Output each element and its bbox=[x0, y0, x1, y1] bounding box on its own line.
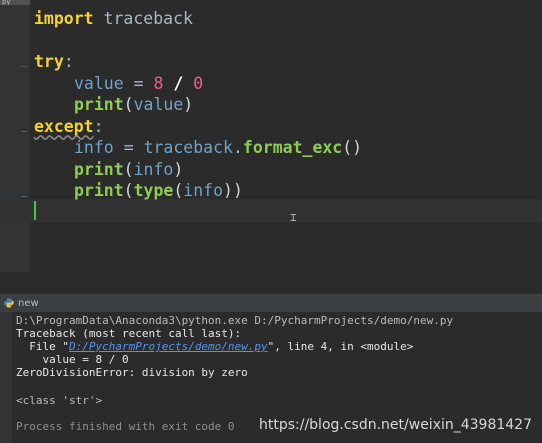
text-caret bbox=[34, 201, 36, 220]
method-format-exc: format_exc bbox=[242, 138, 343, 157]
var-value: value bbox=[74, 73, 124, 93]
builtin-type: type bbox=[133, 181, 174, 200]
fold-marker[interactable] bbox=[21, 66, 27, 67]
code-area[interactable]: import traceback try: value = 8 / 0 prin… bbox=[34, 8, 542, 202]
console-traceback-header: Traceback (most recent call last): bbox=[16, 327, 242, 340]
python-file-icon bbox=[4, 298, 14, 308]
number-0: 0 bbox=[193, 73, 204, 93]
fold-marker[interactable] bbox=[21, 131, 27, 132]
empty-parens: () bbox=[342, 138, 363, 157]
var-info: info bbox=[183, 181, 224, 200]
module-name: traceback bbox=[103, 9, 193, 28]
code-line-import: import traceback bbox=[34, 8, 542, 30]
code-line-assign-value: value = 8 / 0 bbox=[34, 73, 542, 95]
code-line-except: except: bbox=[34, 116, 542, 138]
module-ref: traceback bbox=[143, 138, 233, 157]
assign-op: = bbox=[123, 138, 134, 157]
paren-close: ) bbox=[183, 95, 194, 114]
code-editor[interactable]: py import traceback try: value = 8 / 0 p… bbox=[0, 0, 542, 272]
paren-close: ) bbox=[173, 159, 184, 179]
var-value: value bbox=[133, 95, 184, 114]
code-line-print-type: print(type(info)) bbox=[34, 180, 542, 202]
run-tab-new[interactable]: new bbox=[0, 294, 49, 312]
code-line-print-value: print(value) bbox=[34, 94, 542, 116]
code-line-try: try: bbox=[34, 51, 542, 73]
file-tab-stub[interactable]: py bbox=[0, 0, 30, 5]
console-traceback-code-line: value = 8 / 0 bbox=[16, 353, 129, 366]
paren-open: ( bbox=[123, 95, 134, 114]
console-command-line: D:\ProgramData\Anaconda3\python.exe D:/P… bbox=[16, 314, 454, 327]
assign-op: = bbox=[133, 73, 144, 93]
current-line-highlight bbox=[0, 199, 542, 222]
editor-gutter: py bbox=[0, 0, 30, 272]
console-file-prefix: File " bbox=[16, 340, 69, 353]
var-info: info bbox=[133, 159, 174, 179]
dot: . bbox=[232, 138, 243, 157]
watermark: https://blog.csdn.net/weixin_43981427 bbox=[258, 417, 532, 433]
console-gutter bbox=[0, 312, 12, 443]
ibeam-cursor-icon: ⌶ bbox=[290, 211, 297, 224]
run-tab-label: new bbox=[18, 297, 39, 309]
colon: : bbox=[63, 52, 74, 71]
colon: : bbox=[93, 116, 104, 136]
code-line-assign-info: info = traceback.format_exc() bbox=[34, 137, 542, 159]
paren-close: ) bbox=[223, 181, 233, 200]
run-tool-window-header: new bbox=[0, 294, 542, 312]
paren-close: ) bbox=[232, 181, 243, 200]
keyword-try: try bbox=[34, 52, 64, 71]
paren-open: ( bbox=[123, 181, 134, 200]
fold-marker[interactable] bbox=[21, 196, 27, 197]
builtin-print: print bbox=[74, 95, 124, 114]
keyword-except[interactable]: except bbox=[34, 117, 94, 136]
paren-open: ( bbox=[173, 181, 184, 200]
builtin-print: print bbox=[74, 159, 124, 179]
number-8: 8 bbox=[153, 73, 164, 93]
console-output-line: <class 'str'> bbox=[16, 394, 103, 407]
divide-op: / bbox=[173, 73, 184, 93]
paren-open: ( bbox=[123, 159, 134, 179]
console-file-link[interactable]: D:/PycharmProjects/demo/new.py bbox=[69, 340, 268, 353]
code-line-print-info: print(info) bbox=[34, 159, 542, 181]
console-traceback-file-line: File "D:/PycharmProjects/demo/new.py", l… bbox=[16, 340, 413, 353]
keyword-import: import bbox=[34, 9, 94, 28]
console-exit-line: Process finished with exit code 0 bbox=[16, 420, 235, 433]
console-error-line: ZeroDivisionError: division by zero bbox=[16, 366, 248, 379]
var-info: info bbox=[74, 138, 114, 157]
console-file-suffix: ", line 4, in <module> bbox=[267, 340, 414, 353]
builtin-print: print bbox=[74, 181, 124, 200]
